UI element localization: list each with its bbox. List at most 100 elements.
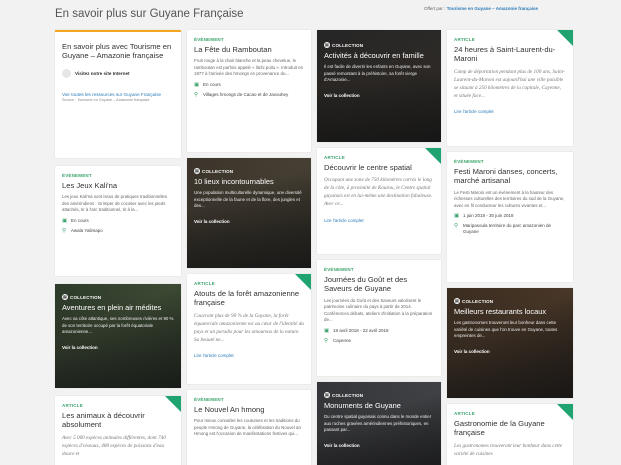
promo-source: Source : Tourisme en Guyane – Amazonie f… bbox=[62, 97, 150, 102]
card-kicker: ÉVÉNEMENT bbox=[194, 37, 224, 42]
card-kicker: ARTICLE bbox=[194, 281, 215, 286]
visit-website-button[interactable]: Visitez notre site Internet bbox=[62, 68, 174, 78]
read-article-link[interactable]: Lire l'article complet bbox=[194, 353, 234, 358]
offered-by-link[interactable]: Tourisme en Guyane – Amazonie française bbox=[447, 6, 538, 11]
card-title: La Fête du Ramboutan bbox=[194, 45, 272, 54]
card-title: Aventures en plein air médites bbox=[62, 303, 162, 312]
card-gout[interactable]: ÉVÉNEMENT Journées du Goût et des Saveur… bbox=[317, 260, 441, 376]
card-title: Les Jeux Kali'na bbox=[62, 181, 118, 190]
card-gastronomie[interactable]: ARTICLE Gastronomie de la Guyane françai… bbox=[447, 404, 573, 465]
event-place: ⚲ Villages hmongs de Cacao et de Javouhey bbox=[194, 91, 289, 98]
card-kicker: ▤ COLLECTION bbox=[194, 168, 234, 174]
card-title: Découvrir le centre spatial bbox=[324, 163, 412, 172]
card-kicker: ARTICLE bbox=[454, 37, 475, 42]
card-text: Une population multiculturelle dynamique… bbox=[194, 190, 302, 209]
location-pin-icon: ⚲ bbox=[454, 223, 459, 230]
event-place: ⚲ Awala Yalimapo bbox=[62, 227, 103, 234]
card-title: Gastronomie de la Guyane française bbox=[454, 419, 545, 438]
card-kicker: ARTICLE bbox=[454, 411, 475, 416]
collection-icon: ▤ bbox=[324, 42, 330, 48]
card-title: Atouts de la forêt amazonienne française bbox=[194, 289, 300, 308]
location-pin-icon: ⚲ bbox=[62, 227, 67, 234]
card-title: Le Nouvel An hmong bbox=[194, 405, 265, 414]
card-aventures[interactable]: ▤ COLLECTION Aventures en plein air médit… bbox=[55, 284, 181, 388]
offered-by-label: Offert par : bbox=[424, 6, 446, 11]
card-title: Meilleurs restaurants locaux bbox=[454, 307, 547, 316]
card-text: Du centre spatial guyanais connu dans le… bbox=[324, 414, 432, 433]
calendar-icon: ▣ bbox=[454, 213, 460, 220]
card-kicker: ▤ COLLECTION bbox=[324, 392, 364, 398]
event-date: ▣ 19 avril 2018 - 22 avril 2018 bbox=[324, 327, 389, 334]
card-kicker: ÉVÉNEMENT bbox=[194, 397, 224, 402]
calendar-icon: ▣ bbox=[62, 218, 68, 225]
card-hmong[interactable]: ÉVÉNEMENT Le Nouvel An hmong Pour mieux … bbox=[187, 390, 311, 465]
see-collection-link[interactable]: Voir la collection bbox=[324, 443, 360, 448]
card-title: 10 lieux incontournables bbox=[194, 177, 274, 186]
event-date: ▣ En cours bbox=[194, 82, 221, 89]
card-kicker: ÉVÉNEMENT bbox=[62, 173, 92, 178]
card-kalina[interactable]: ÉVÉNEMENT Les Jeux Kali'na Les jeux Kali… bbox=[55, 166, 181, 276]
event-place: ⚲ Cayenne bbox=[324, 337, 352, 344]
event-date: ▣ En cours bbox=[62, 218, 89, 225]
location-pin-icon: ⚲ bbox=[194, 91, 199, 98]
location-pin-icon: ⚲ bbox=[324, 337, 329, 344]
card-atouts[interactable]: ARTICLE Atouts de la forêt amazonienne f… bbox=[187, 274, 311, 384]
card-kicker: ▤ COLLECTION bbox=[324, 42, 364, 48]
card-text: Camp de déportation pendant plus de 100 … bbox=[454, 68, 565, 99]
collection-icon: ▤ bbox=[194, 168, 200, 174]
card-spatial[interactable]: ARTICLE Découvrir le centre spatial Occu… bbox=[317, 148, 441, 254]
card-festi[interactable]: ÉVÉNEMENT Festi Maroni danses, concerts,… bbox=[447, 152, 573, 282]
card-animaux[interactable]: ARTICLE Les animaux à découvrir absolume… bbox=[55, 396, 181, 465]
read-article-link[interactable]: Lire l'article complet bbox=[454, 109, 494, 114]
card-text: Avec sa côte atlantique, ses nombreuses … bbox=[62, 316, 174, 335]
card-text: Fruit rouge à la chair blanche et la pea… bbox=[194, 58, 304, 77]
card-ramboutan[interactable]: ÉVÉNEMENT La Fête du Ramboutan Fruit rou… bbox=[187, 30, 311, 152]
card-kicker: ARTICLE bbox=[324, 155, 345, 160]
card-text: Pour mieux connaître les coutumes et les… bbox=[194, 418, 301, 437]
card-kicker: ▤ COLLECTION bbox=[62, 294, 102, 300]
card-kicker: ▤ COLLECTION bbox=[454, 298, 494, 304]
card-kicker: ÉVÉNEMENT bbox=[324, 267, 354, 272]
card-title: 24 heures à Saint-Laurent-du-Maroni bbox=[454, 45, 556, 64]
globe-icon bbox=[62, 68, 71, 78]
card-title: Activités à découvrir en famille bbox=[324, 51, 424, 60]
card-text: Les gastronomes trouveront leur bonheur … bbox=[454, 320, 558, 339]
card-title: Les animaux à découvrir absolument bbox=[62, 411, 145, 430]
collection-icon: ▤ bbox=[324, 392, 330, 398]
card-kicker: ARTICLE bbox=[62, 403, 83, 408]
see-collection-link[interactable]: Voir la collection bbox=[454, 349, 490, 354]
card-maroni[interactable]: ARTICLE 24 heures à Saint-Laurent-du-Mar… bbox=[447, 30, 573, 146]
card-restaurants[interactable]: ▤ COLLECTION Meilleurs restaurants locaux… bbox=[447, 288, 573, 398]
card-text: Le Festi Maroni est un événement à la ha… bbox=[454, 189, 565, 208]
collection-icon: ▤ bbox=[454, 298, 460, 304]
card-text: Les jeux Kali'na sont issus de pratiques… bbox=[62, 194, 168, 213]
card-famille[interactable]: ▤ COLLECTION Activités à découvrir en fam… bbox=[317, 30, 441, 142]
card-text: Il est facile de divertir les enfants en… bbox=[324, 64, 431, 83]
event-place: ⚲ Maripasoula territoire du parc amazonie… bbox=[454, 223, 552, 235]
all-resources-link[interactable]: Voir toutes les ressources sur Guyane Fr… bbox=[62, 92, 174, 98]
collection-icon: ▤ bbox=[62, 294, 68, 300]
promo-title: En savoir plus avec Tourisme en Guyane –… bbox=[62, 42, 172, 61]
see-collection-link[interactable]: Voir la collection bbox=[62, 345, 98, 350]
see-collection-link[interactable]: Voir la collection bbox=[194, 219, 230, 224]
calendar-icon: ▣ bbox=[194, 82, 200, 89]
card-kicker: ÉVÉNEMENT bbox=[454, 159, 484, 164]
card-monuments[interactable]: ▤ COLLECTION Monuments de Guyane Du centr… bbox=[317, 382, 441, 465]
card-title: Journées du Goût et des Saveurs de Guyan… bbox=[324, 275, 408, 294]
event-date: ▣ 1 juin 2018 - 30 juin 2018 bbox=[454, 213, 514, 220]
calendar-icon: ▣ bbox=[324, 327, 330, 334]
card-text: Avec 5 000 espèces animales différentes,… bbox=[62, 434, 166, 457]
card-text: Les gastronomes trouveront leur bonheur … bbox=[454, 442, 563, 457]
offered-by: Offert par : Tourisme en Guyane – Amazon… bbox=[424, 6, 538, 11]
card-text: Les journées du Goût et des Saveurs valo… bbox=[324, 297, 433, 323]
card-text: Couvrant plus de 90 % de la Guyane, la f… bbox=[194, 312, 304, 343]
card-incontournables[interactable]: ▤ COLLECTION 10 lieux incontournables Une… bbox=[187, 158, 311, 268]
card-text: Occupant une zone de 750 kilomètres carr… bbox=[324, 177, 433, 208]
read-article-link[interactable]: Lire l'article complet bbox=[324, 218, 364, 223]
page: En savoir plus sur Guyane Française Offe… bbox=[0, 0, 621, 465]
card-title: Festi Maroni danses, concerts, marché ar… bbox=[454, 167, 558, 186]
see-collection-link[interactable]: Voir la collection bbox=[324, 93, 360, 98]
promo-card: En savoir plus avec Tourisme en Guyane –… bbox=[55, 30, 181, 158]
card-title: Monuments de Guyane bbox=[324, 401, 401, 410]
visit-website-label: Visitez notre site Internet bbox=[75, 70, 130, 76]
